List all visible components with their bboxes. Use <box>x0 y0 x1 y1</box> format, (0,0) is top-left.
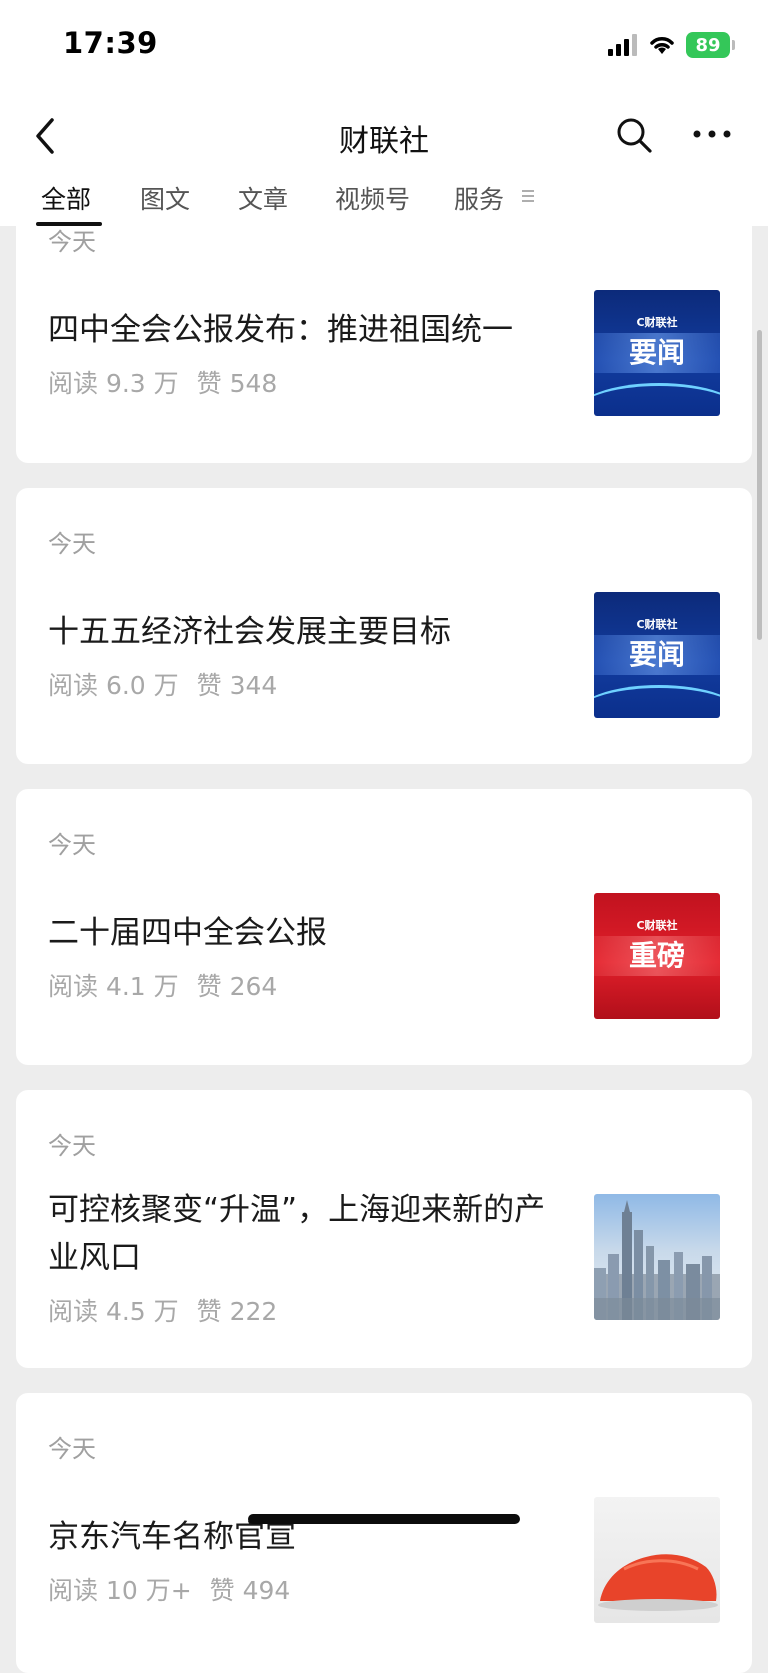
like-count: 赞 222 <box>196 1297 278 1326</box>
article-thumbnail[interactable] <box>594 1497 720 1623</box>
tab-bar: 全部 图文 文章 视频号 服务 <box>0 176 768 226</box>
tab-all[interactable]: 全部 <box>41 180 91 216</box>
article-thumbnail[interactable] <box>594 1194 720 1320</box>
article-date: 今天 <box>48 1132 96 1160</box>
more-icon[interactable] <box>692 126 732 142</box>
thumbnail-brand: C财联社 <box>636 919 678 932</box>
menu-icon[interactable] <box>520 188 536 204</box>
article-date: 今天 <box>48 228 96 256</box>
read-count: 阅读 4.1 万 <box>48 972 179 1001</box>
article-stats: 阅读 9.3 万赞 548 <box>48 364 295 400</box>
tab-articles[interactable]: 文章 <box>238 180 288 216</box>
top-bar: 17:39 89 财联社 全部 图文 文章 视频号 服务 <box>0 0 768 226</box>
home-indicator[interactable] <box>248 1514 520 1524</box>
article-title[interactable]: 二十届四中全会公报 <box>48 909 568 957</box>
signal-icon <box>608 34 637 56</box>
article-card[interactable]: 今天 十五五经济社会发展主要目标 阅读 6.0 万赞 344 C财联社 要闻 <box>16 488 752 764</box>
thumbnail-wave <box>594 685 720 718</box>
battery-indicator: 89 <box>686 32 735 58</box>
tab-services[interactable]: 服务 <box>454 180 504 216</box>
thumbnail-label: 要闻 <box>594 635 720 675</box>
article-thumbnail[interactable]: C财联社 要闻 <box>594 592 720 718</box>
tab-channels[interactable]: 视频号 <box>335 180 410 216</box>
city-skyline-image <box>594 1200 720 1320</box>
tab-image-text[interactable]: 图文 <box>140 180 190 216</box>
like-count: 赞 344 <box>196 671 278 700</box>
thumbnail-label: 要闻 <box>594 333 720 373</box>
status-icons: 89 <box>608 32 735 58</box>
like-count: 赞 494 <box>209 1576 291 1605</box>
read-count: 阅读 10 万+ <box>48 1576 192 1605</box>
article-card[interactable]: 今天 可控核聚变“升温”，上海迎来新的产业风口 阅读 4.5 万赞 222 <box>16 1090 752 1368</box>
article-thumbnail[interactable]: C财联社 要闻 <box>594 290 720 416</box>
wifi-icon <box>650 37 674 54</box>
article-date: 今天 <box>48 530 96 558</box>
article-card[interactable]: 今天 四中全会公报发布：推进祖国统一 阅读 9.3 万赞 548 C财联社 要闻 <box>16 200 752 463</box>
article-date: 今天 <box>48 1435 96 1463</box>
article-date: 今天 <box>48 831 96 859</box>
read-count: 阅读 9.3 万 <box>48 369 179 398</box>
article-stats: 阅读 6.0 万赞 344 <box>48 666 295 702</box>
article-title[interactable]: 可控核聚变“升温”，上海迎来新的产业风口 <box>48 1186 568 1282</box>
active-tab-indicator <box>36 222 102 226</box>
covered-car-image <box>598 1554 718 1611</box>
article-stats: 阅读 4.1 万赞 264 <box>48 967 295 1003</box>
article-card[interactable]: 今天 京东汽车名称官宣 阅读 10 万+ 赞 494 <box>16 1393 752 1673</box>
like-count: 赞 264 <box>196 972 278 1001</box>
thumbnail-brand: C财联社 <box>636 316 678 329</box>
read-count: 阅读 6.0 万 <box>48 671 179 700</box>
article-stats: 阅读 10 万+ 赞 494 <box>48 1571 308 1607</box>
status-time: 17:39 <box>63 26 158 60</box>
scrollbar[interactable] <box>757 330 762 640</box>
like-count: 赞 548 <box>196 369 278 398</box>
article-thumbnail[interactable]: C财联社 重磅 <box>594 893 720 1019</box>
article-stats: 阅读 4.5 万赞 222 <box>48 1292 295 1328</box>
thumbnail-brand: C财联社 <box>636 618 678 631</box>
thumbnail-label: 重磅 <box>594 936 720 976</box>
search-icon[interactable] <box>615 116 653 154</box>
read-count: 阅读 4.5 万 <box>48 1297 179 1326</box>
article-title[interactable]: 四中全会公报发布：推进祖国统一 <box>48 306 568 354</box>
article-title[interactable]: 十五五经济社会发展主要目标 <box>48 608 568 656</box>
thumbnail-wave <box>594 383 720 416</box>
article-card[interactable]: 今天 二十届四中全会公报 阅读 4.1 万赞 264 C财联社 重磅 <box>16 789 752 1065</box>
